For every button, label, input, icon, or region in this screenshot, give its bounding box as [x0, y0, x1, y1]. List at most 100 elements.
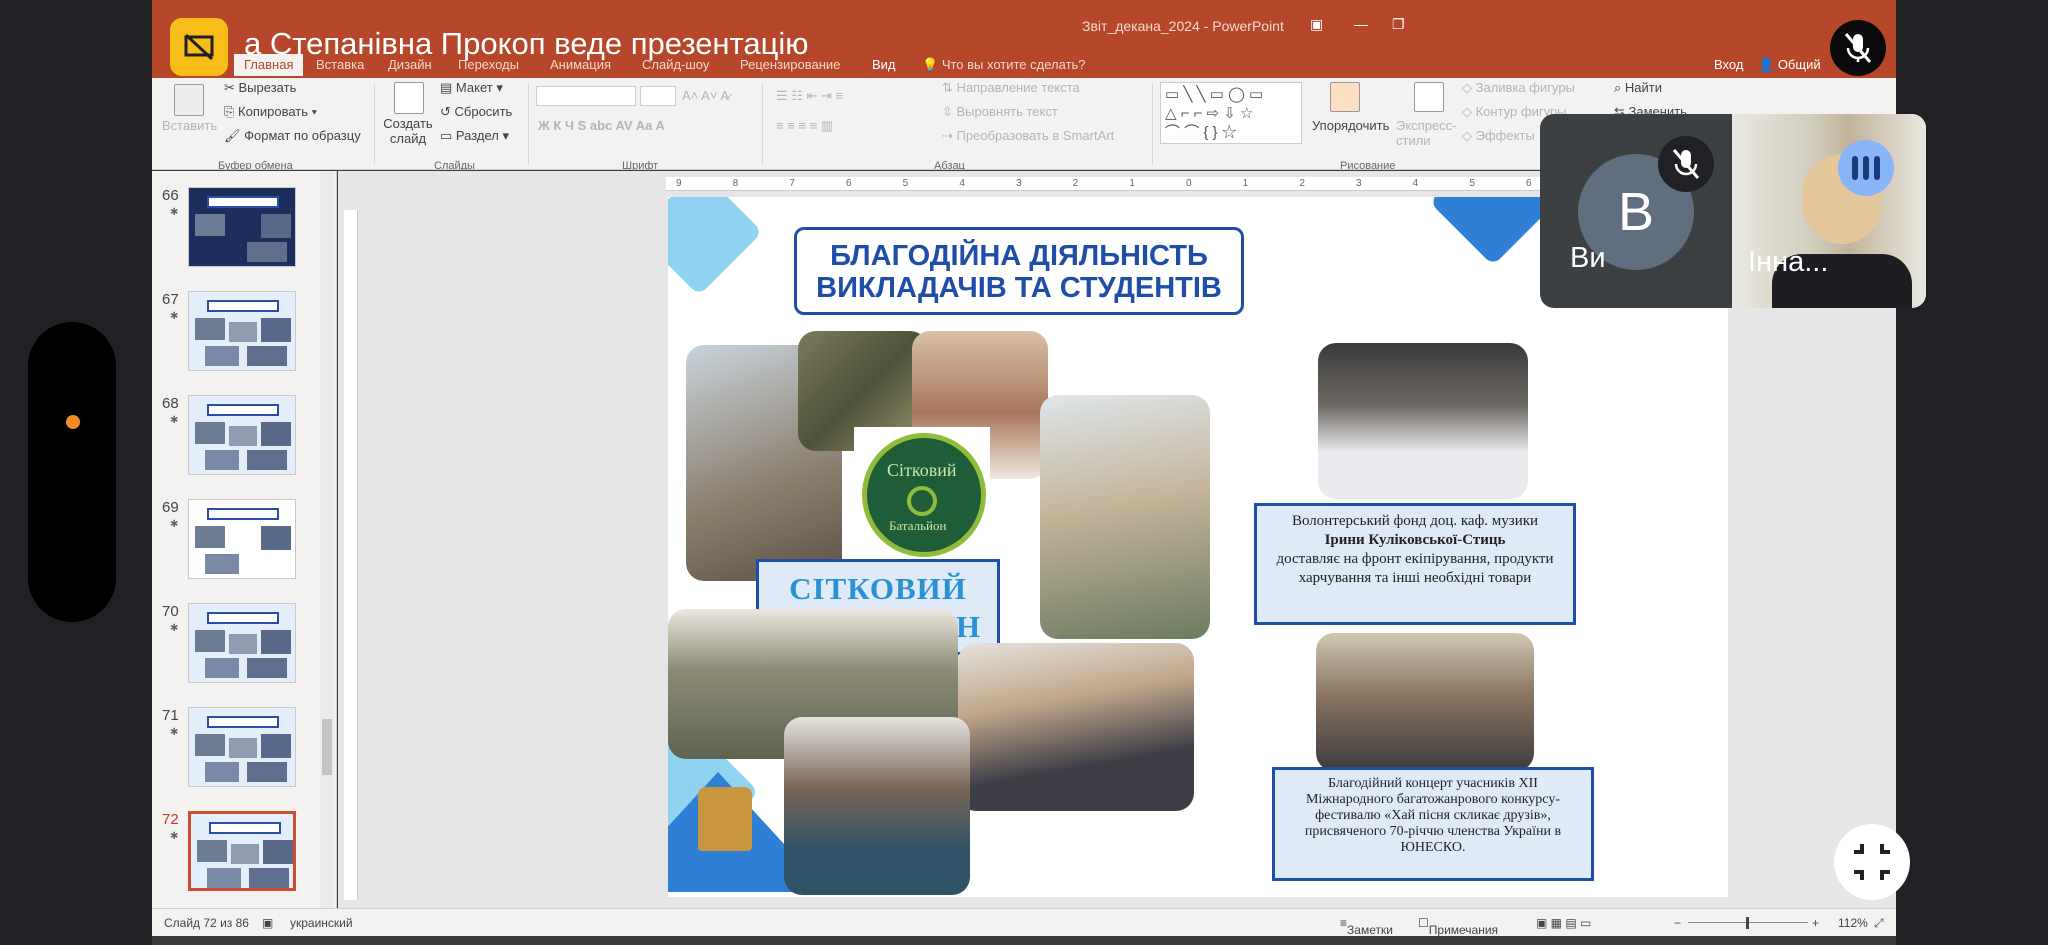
quick-styles-icon[interactable] [1414, 82, 1444, 112]
slide-title[interactable]: БЛАГОДІЙНА ДІЯЛЬНІСТЬ ВИКЛАДАЧІВ ТА СТУД… [794, 227, 1244, 315]
slide-thumbnail[interactable] [188, 187, 296, 267]
arrange-button[interactable]: Упорядочить [1312, 118, 1389, 133]
reset-button[interactable]: ↺ Сбросить [440, 104, 512, 120]
slide-thumbnail[interactable] [188, 291, 296, 371]
notes-button[interactable]: ≡ Заметки [1340, 916, 1393, 937]
ruler-tick-label: 8 [732, 178, 739, 189]
copy-button[interactable]: ⎘ Копировать ▾ [224, 104, 317, 120]
spellcheck-icon[interactable]: ▣ [262, 916, 273, 930]
list-buttons[interactable]: ☰ ☷ ⇤ ⇥ ≡ [776, 88, 843, 104]
minimize-icon[interactable]: — [1354, 16, 1368, 32]
ruler-tick-label: 5 [1469, 178, 1475, 189]
battalion-logo: Сітковий Батальйон [862, 433, 986, 557]
paste-label[interactable]: Вставить [162, 118, 217, 133]
new-slide-button[interactable]: Создать слайд [382, 116, 434, 146]
slide-thumbnail[interactable] [188, 707, 296, 787]
thumb-number: 66 [162, 187, 179, 204]
photo-group-banner[interactable] [958, 643, 1194, 811]
photo-delivery-group[interactable] [784, 717, 970, 895]
thumb-star-icon: ✱ [170, 207, 179, 218]
presentation-glyph [184, 33, 214, 61]
reset-label: Сбросить [454, 104, 513, 119]
slide-thumbnail-selected[interactable] [188, 811, 296, 891]
maximize-icon[interactable]: ❐ [1392, 16, 1405, 33]
zoom-out-icon[interactable]: − [1674, 916, 1681, 930]
mic-off-glyph [1672, 149, 1700, 179]
zoom-level[interactable]: 112% [1838, 916, 1868, 930]
copy-label: Копировать [238, 104, 309, 119]
layout-button[interactable]: ▤ Макет ▾ [440, 80, 503, 96]
thumb-star-icon: ✱ [170, 415, 179, 426]
comments-button[interactable]: ☐ Примечания [1418, 916, 1498, 937]
quick-styles-button[interactable]: Экспресс-стили [1396, 118, 1457, 148]
thumb-number: 69 [162, 499, 179, 516]
new-slide-icon[interactable] [394, 82, 424, 114]
font-name-input[interactable] [536, 86, 636, 106]
align-buttons[interactable]: ≡ ≡ ≡ ≡ ▥ [776, 118, 833, 134]
scrollbar-knob[interactable] [322, 719, 332, 775]
slide-thumbnail[interactable] [188, 395, 296, 475]
decor-diamond [1429, 197, 1557, 266]
participant-name: Інна... [1748, 246, 1829, 278]
cut-button[interactable]: ✂ Вырезать [224, 80, 296, 96]
ribbon-separator [762, 84, 763, 164]
shape-fill-label: Заливка фигуры [1475, 80, 1575, 95]
slide-thumbnail[interactable] [188, 603, 296, 683]
arrange-icon[interactable] [1330, 82, 1360, 112]
mic-off-icon [1658, 136, 1714, 192]
exit-fullscreen-icon[interactable] [1834, 824, 1910, 900]
shape-fill-button[interactable]: ◇ Заливка фигуры [1462, 80, 1575, 96]
battalion-label-line1: СІТКОВИЙ [789, 571, 967, 606]
status-bar: Слайд 72 из 86 ▣ украинский ≡ Заметки ☐ … [152, 908, 1896, 937]
view-buttons[interactable]: ▣ ▦ ▤ ▭ [1536, 916, 1591, 930]
format-painter-button[interactable]: 🖌 Формат по образцу [224, 128, 361, 144]
smartart-button[interactable]: ⇢ Преобразовать в SmartArt [942, 128, 1114, 144]
university-building-icon [698, 787, 752, 851]
tab-view[interactable]: Вид [872, 57, 896, 72]
font-size-input[interactable] [640, 86, 676, 106]
mic-off-icon[interactable] [1830, 20, 1886, 76]
slide-thumbnail[interactable] [188, 499, 296, 579]
align-text-label: Выровнять текст [956, 104, 1058, 119]
exit-fullscreen-glyph [1854, 844, 1890, 880]
language-indicator[interactable]: украинский [290, 916, 353, 930]
find-label: Найти [1624, 80, 1663, 95]
shape-effects-label: Эффекты [1475, 128, 1535, 143]
participant-tile-inna[interactable]: Інна... [1732, 114, 1926, 308]
paste-icon[interactable] [174, 84, 204, 116]
fit-slide-icon[interactable]: ⤢ [1874, 916, 1884, 931]
restore-icon[interactable]: ▣ [1310, 16, 1323, 33]
comments-label: Примечания [1428, 923, 1499, 937]
side-panel-handle[interactable] [28, 322, 116, 622]
slide-counter: Слайд 72 из 86 [164, 916, 249, 930]
ruler-tick-label: 4 [959, 178, 965, 189]
text-direction-button[interactable]: ⇅ Направление текста [942, 80, 1080, 96]
photo-volunteer-fund[interactable] [1318, 343, 1528, 499]
photo-concert[interactable] [1316, 633, 1534, 771]
thumb-star-icon: ✱ [170, 311, 179, 322]
cut-label: Вырезать [238, 80, 297, 95]
caption-volunteer-fund[interactable]: Волонтерський фонд доц. каф. музики Ірин… [1254, 503, 1576, 625]
share-button[interactable]: 👤 Общий [1758, 57, 1821, 73]
presenter-banner: а Степанівна Прокоп веде презентацію [244, 26, 809, 61]
section-button[interactable]: ▭ Раздел ▾ [440, 128, 509, 144]
thumbnail-scrollbar[interactable] [320, 171, 334, 908]
login-link[interactable]: Вход [1714, 57, 1743, 72]
find-button[interactable]: ⌕ Найти [1614, 80, 1662, 96]
ruler-tick-label: 2 [1072, 178, 1079, 189]
ruler-tick-label: 3 [1016, 178, 1022, 189]
logo-text-top: Сітковий [887, 460, 957, 480]
zoom-in-icon[interactable]: + [1812, 916, 1819, 930]
font-style-buttons[interactable]: Ж К Ч S abc AV Aa A [538, 118, 665, 133]
participant-tile-self[interactable]: B Ви [1540, 114, 1732, 308]
photo-team-room[interactable] [1040, 395, 1210, 639]
font-size-buttons[interactable]: A˄ A˅ A̷ [682, 88, 729, 103]
caption-concert[interactable]: Благодійний концерт учасників XII Міжнар… [1272, 767, 1594, 881]
shapes-gallery[interactable]: ▭ ╲ ╲ ▭ ◯ ▭ △ ⌐ ⌐ ⇨ ⇩ ☆ ⌒ ⌒ { } ☆ [1160, 82, 1302, 144]
align-text-button[interactable]: ⇳ Выровнять текст [942, 104, 1058, 120]
ribbon-separator [1152, 84, 1153, 164]
decor-diamond [668, 197, 763, 296]
zoom-slider-knob[interactable] [1746, 917, 1749, 929]
shape-effects-button[interactable]: ◇ Эффекты [1462, 128, 1535, 144]
tell-me-box[interactable]: 💡 Что вы хотите сделать? [922, 57, 1086, 73]
